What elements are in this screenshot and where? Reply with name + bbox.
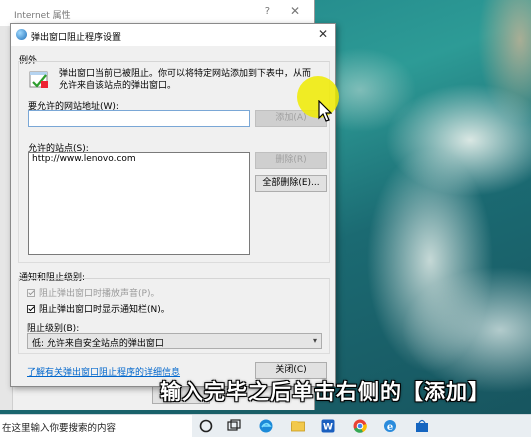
wps-icon[interactable]: W bbox=[320, 418, 336, 434]
internet-properties-title: Internet 属性 bbox=[14, 11, 71, 21]
file-explorer-icon[interactable] bbox=[290, 418, 306, 434]
store-icon[interactable] bbox=[414, 418, 430, 434]
website-address-input[interactable] bbox=[28, 110, 250, 127]
edge-icon[interactable] bbox=[258, 418, 274, 434]
show-bar-label: 阻止弹出窗口时显示通知栏(N)。 bbox=[39, 305, 170, 315]
remove-button[interactable]: 删除(R) bbox=[255, 152, 327, 169]
dialog-title: 弹出窗口阻止程序设置 bbox=[31, 33, 122, 43]
mouse-pointer-icon bbox=[318, 100, 332, 122]
svg-text:e: e bbox=[387, 422, 393, 433]
chrome-icon[interactable] bbox=[352, 418, 368, 434]
dialog-titlebar: 弹出窗口阻止程序设置 ✕ bbox=[11, 24, 335, 46]
play-sound-checkbox[interactable] bbox=[27, 288, 35, 297]
learn-more-link[interactable]: 了解有关弹出窗口阻止程序的详细信息 bbox=[27, 365, 180, 378]
help-button[interactable]: ? bbox=[265, 6, 270, 17]
play-sound-label: 阻止弹出窗口时播放声音(P)。 bbox=[39, 289, 160, 299]
allowed-sites-list[interactable]: http://www.lenovo.com bbox=[28, 152, 250, 255]
block-level-select[interactable]: 低: 允许来自安全站点的弹出窗口 ▾ bbox=[27, 333, 322, 349]
internet-properties-close-button[interactable]: ✕ bbox=[290, 4, 300, 18]
ie-globe-icon bbox=[16, 29, 27, 40]
video-caption: 输入完毕之后单击右侧的【添加】 bbox=[160, 380, 490, 404]
cortana-icon[interactable] bbox=[198, 418, 214, 434]
block-level-value: 低: 允许来自安全站点的弹出窗口 bbox=[32, 339, 164, 349]
taskbar-search-placeholder: 在这里输入你要搜索的内容 bbox=[2, 423, 117, 434]
popup-blocker-icon bbox=[29, 71, 48, 88]
show-bar-option[interactable]: 阻止弹出窗口时显示通知栏(N)。 bbox=[27, 302, 170, 315]
chevron-down-icon: ▾ bbox=[312, 336, 317, 345]
play-sound-option[interactable]: 阻止弹出窗口时播放声音(P)。 bbox=[27, 286, 159, 299]
svg-text:W: W bbox=[323, 423, 333, 433]
popup-blocker-settings-dialog: 弹出窗口阻止程序设置 ✕ 例外 弹出窗口当前已被阻止。你可以将特定网站添加到下表… bbox=[10, 23, 336, 387]
list-item[interactable]: http://www.lenovo.com bbox=[29, 153, 249, 165]
taskbar: 在这里输入你要搜索的内容 W e bbox=[0, 414, 531, 437]
task-view-icon[interactable] bbox=[226, 418, 242, 434]
remove-all-button[interactable]: 全部删除(E)... bbox=[255, 175, 327, 192]
ie-icon[interactable]: e bbox=[382, 418, 398, 434]
dialog-close-button[interactable]: ✕ bbox=[318, 27, 328, 41]
taskbar-search-box[interactable]: 在这里输入你要搜索的内容 bbox=[0, 415, 192, 437]
description-text: 弹出窗口当前已被阻止。你可以将特定网站添加到下表中，从而允许来自该站点的弹出窗口… bbox=[59, 69, 312, 91]
show-bar-checkbox[interactable] bbox=[27, 304, 35, 313]
